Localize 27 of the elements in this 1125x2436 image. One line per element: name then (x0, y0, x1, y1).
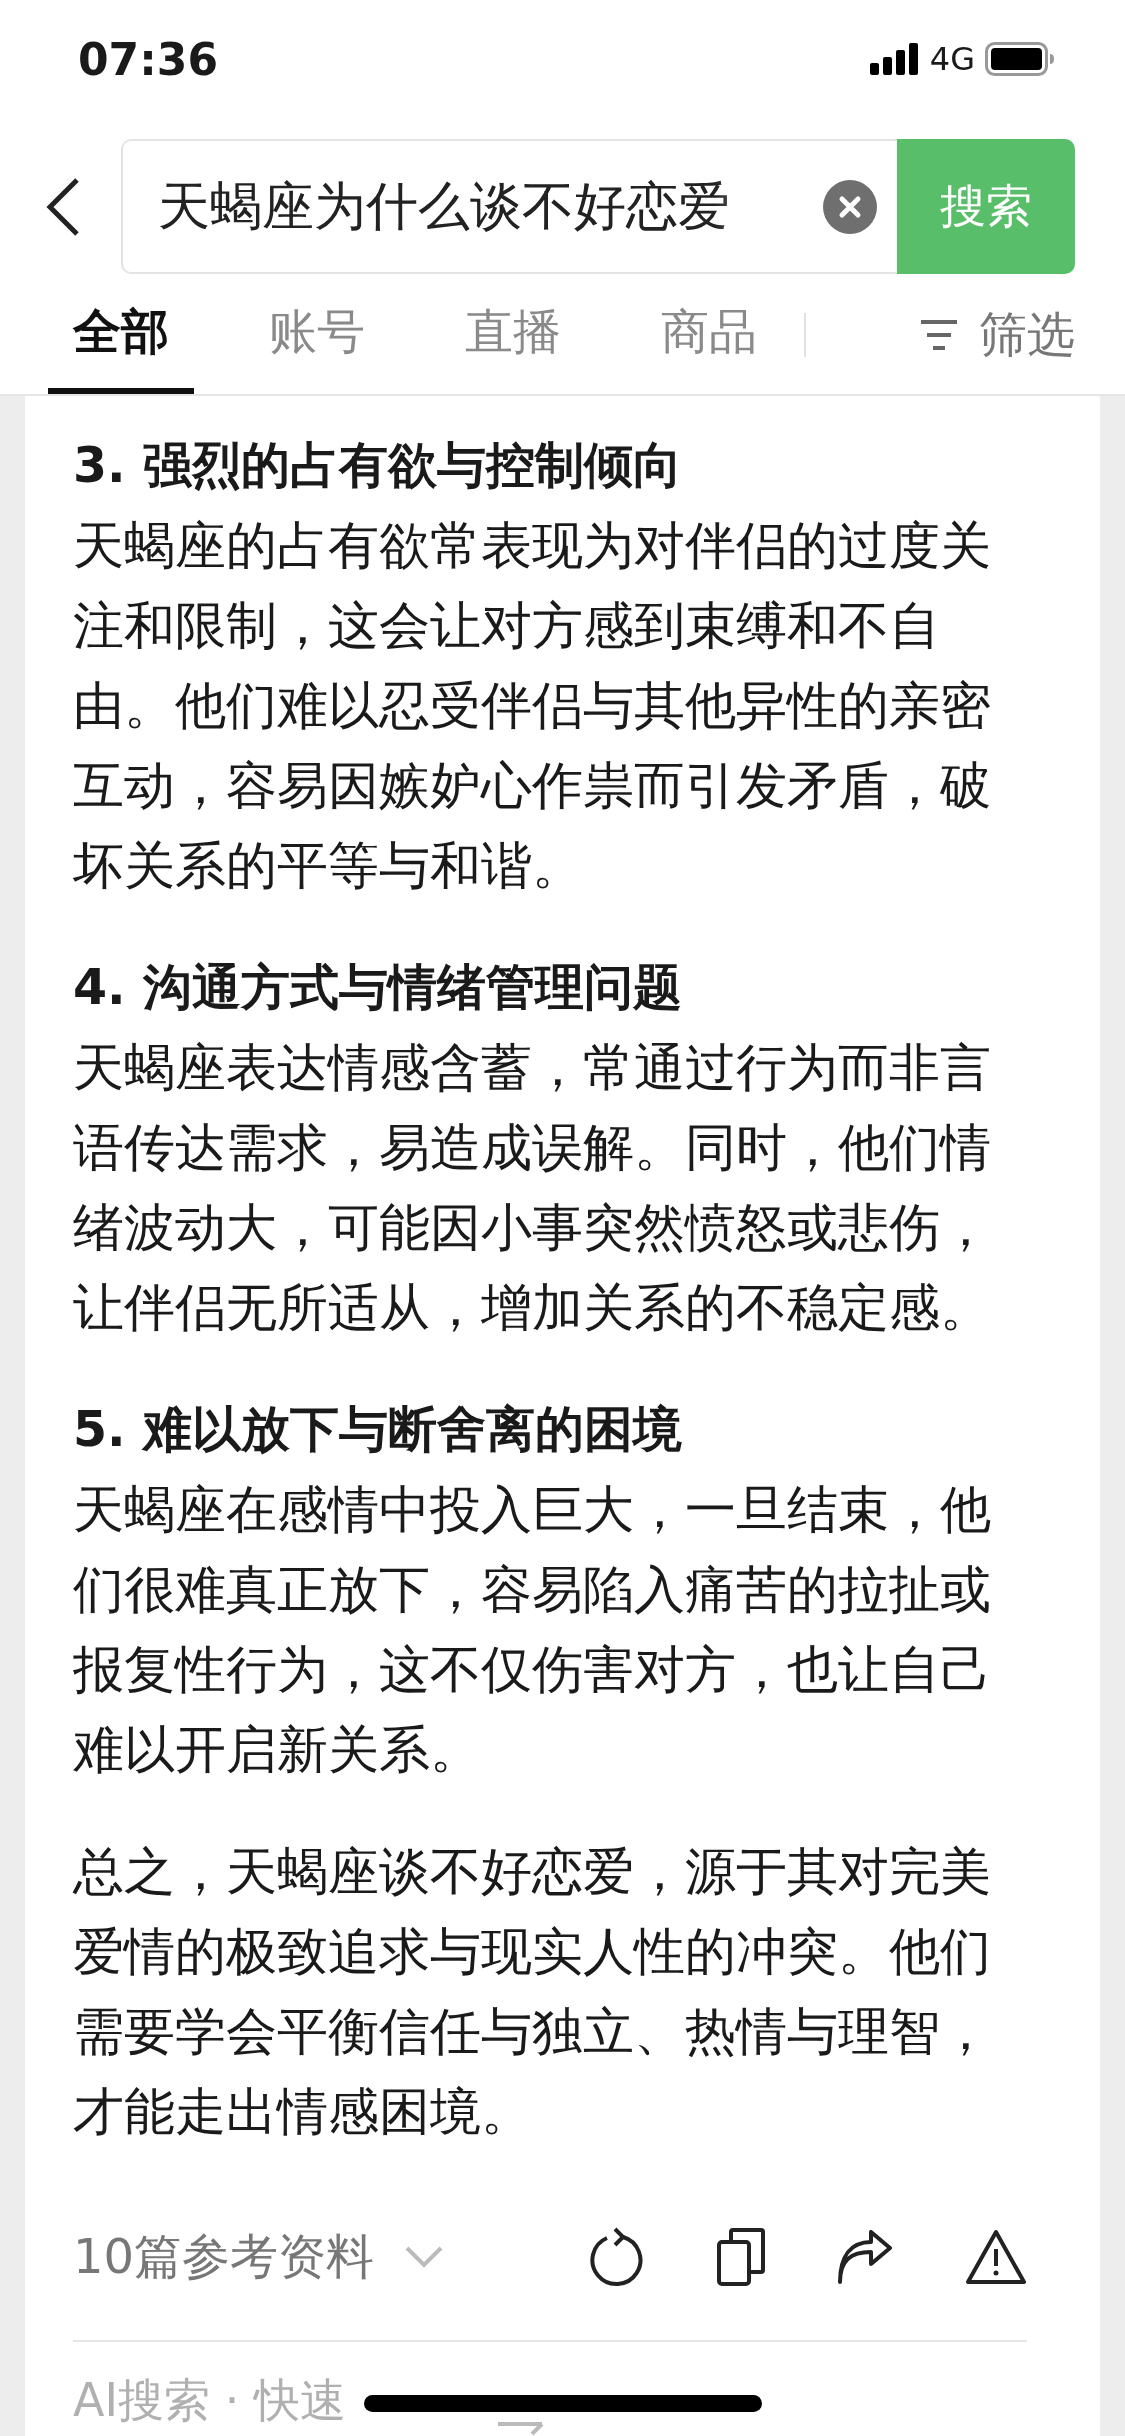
network-label: 4G (929, 40, 975, 79)
filter-icon[interactable] (919, 317, 959, 352)
search-field[interactable]: 天蝎座为什么谈不好恋爱 (121, 139, 897, 275)
section-heading: 5. 难以放下与断舍离的困境 (73, 1400, 683, 1460)
signal-icon (869, 43, 920, 76)
share-icon[interactable] (837, 2230, 893, 2284)
refresh-icon[interactable] (589, 2227, 645, 2287)
search-button[interactable]: 搜索 (897, 139, 1075, 275)
back-icon[interactable] (45, 177, 81, 237)
summary-paragraph: 总之，天蝎座谈不好恋爱，源于其对完美爱情的极致追求与现实人性的冲突。他们需要学会平衡信任与独立、热情与理智，才能走出情感困境。 (73, 1841, 992, 2143)
battery-icon (985, 42, 1055, 77)
section-paragraph: 天蝎座表达情感含蓄，常通过行为而非言语传达需求，易造成误解。同时，他们情绪波动大，可能因小事突然愤怒或悲伤，让伴侣无所适从，增加关系的不稳定感。 (73, 1037, 992, 1339)
warning-icon[interactable] (965, 2229, 1027, 2285)
clear-icon[interactable] (823, 180, 877, 234)
section-paragraph: 天蝎座的占有欲常表现为对伴侣的过度关注和限制，这会让对方感到束缚和不自由。他们难以忍受伴侣与其他异性的亲密互动，容易因嫉妒心作祟而引发矛盾，破坏关系的平等与和谐。 (73, 515, 992, 897)
chevron-down-icon (404, 2245, 445, 2269)
copy-icon[interactable] (717, 2228, 765, 2286)
ai-search-link[interactable]: AI搜索 · 快速 (73, 2370, 346, 2432)
section-paragraph: 天蝎座在感情中投入巨大，一旦结束，他们很难真正放下，容易陷入痛苦的拉扯或报复性行为，这不仅伤害对方，也让自己难以开启新关系。 (73, 1479, 992, 1781)
status-time: 07:36 (78, 33, 219, 85)
tab[interactable]: 商品 (636, 275, 782, 394)
tab[interactable]: 直播 (440, 275, 586, 394)
tab[interactable]: 账号 (244, 275, 390, 394)
section-heading: 4. 沟通方式与情绪管理问题 (73, 958, 683, 1018)
references-toggle[interactable]: 10篇参考资料 (73, 2225, 445, 2289)
filter-button[interactable]: 筛选 (979, 302, 1075, 367)
section-heading: 3. 强烈的占有欲与控制倾向 (73, 436, 683, 496)
